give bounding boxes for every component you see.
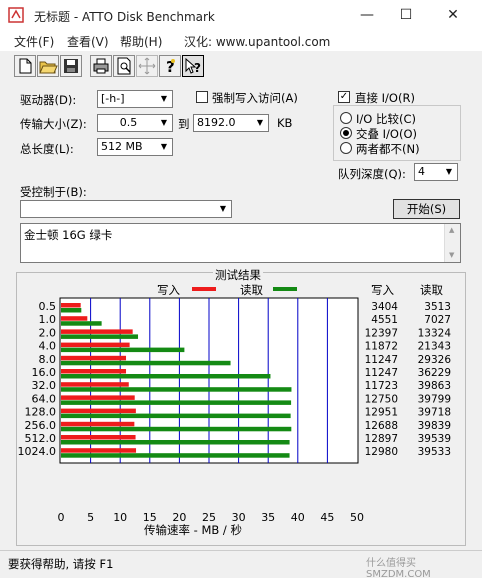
- write-value: 12397: [365, 327, 398, 339]
- x-axis-label: 传输速率 - MB / 秒: [144, 523, 242, 537]
- write-value: 4551: [371, 314, 398, 326]
- bar-read: [61, 400, 292, 405]
- x-tick-label: 0: [58, 511, 65, 524]
- bar-write: [61, 395, 135, 400]
- y-tick-label: 2.0: [39, 326, 57, 339]
- bar-write: [61, 316, 88, 321]
- write-value: 11247: [365, 354, 398, 366]
- bar-write: [61, 303, 81, 308]
- status-bar: 要获得帮助, 请按 F1 什么值得买 SMZDM.COM: [0, 550, 482, 580]
- write-value: 12688: [365, 420, 398, 432]
- write-value: 12897: [365, 433, 398, 445]
- watermark-text: 什么值得买 SMZDM.COM: [366, 558, 431, 580]
- y-tick-label: 1.0: [39, 313, 57, 326]
- bar-read: [61, 347, 185, 353]
- read-value: 36229: [418, 367, 451, 379]
- y-tick-label: 8.0: [39, 353, 57, 366]
- bar-write: [61, 329, 133, 334]
- x-tick-label: 50: [350, 511, 364, 524]
- write-value: 11872: [365, 341, 398, 353]
- y-tick-label: 512.0: [25, 432, 57, 445]
- bar-read: [61, 374, 271, 379]
- bar-write: [61, 421, 135, 427]
- bar-read: [61, 440, 290, 445]
- bar-write: [61, 342, 130, 348]
- y-tick-label: 256.0: [25, 419, 57, 432]
- read-value: 7027: [424, 314, 451, 326]
- y-tick-label: 1024.0: [18, 445, 57, 458]
- read-value: 13324: [418, 327, 452, 339]
- y-tick-label: 32.0: [32, 379, 57, 392]
- bar-read: [61, 426, 292, 432]
- bar-write: [61, 435, 136, 440]
- bar-write: [61, 369, 127, 374]
- x-tick-label: 35: [261, 511, 275, 524]
- bar-read: [61, 413, 291, 419]
- bar-write: [61, 408, 136, 414]
- bar-read: [61, 360, 231, 366]
- x-tick-label: 40: [291, 511, 305, 524]
- app-window: 无标题 - ATTO Disk Benchmark — ☐ ✕ 文件(F) 查看…: [0, 0, 482, 580]
- read-value: 3513: [424, 301, 451, 313]
- bar-write: [61, 382, 129, 387]
- y-tick-label: 0.5: [39, 300, 57, 313]
- bar-read: [61, 387, 292, 392]
- benchmark-chart: 0 5 10 15 20 25 30 35 40 45 500.5 3404 35131.0 4551 70…: [18, 297, 452, 524]
- read-value: 39539: [418, 433, 451, 445]
- y-tick-label: 64.0: [32, 392, 57, 405]
- write-value: 11723: [365, 380, 398, 392]
- x-tick-label: 10: [113, 511, 127, 524]
- read-value: 39533: [418, 446, 451, 458]
- write-value: 12980: [365, 446, 398, 458]
- read-value: 39718: [418, 407, 451, 419]
- bar-read: [61, 321, 102, 326]
- write-value: 11247: [365, 367, 398, 379]
- y-tick-label: 4.0: [39, 340, 57, 353]
- y-tick-label: 128.0: [25, 406, 57, 419]
- write-value: 12750: [365, 393, 398, 405]
- y-tick-label: 16.0: [32, 366, 57, 379]
- write-value: 12951: [365, 407, 398, 419]
- x-tick-label: 45: [320, 511, 334, 524]
- status-text: 要获得帮助, 请按 F1: [8, 557, 114, 571]
- bar-read: [61, 308, 82, 313]
- bar-read: [61, 453, 290, 458]
- read-value: 21343: [418, 341, 451, 353]
- x-tick-label: 5: [87, 511, 94, 524]
- read-value: 39863: [418, 380, 451, 392]
- bar-write: [61, 355, 127, 361]
- bar-read: [61, 334, 139, 339]
- read-value: 29326: [418, 354, 452, 366]
- read-value: 39799: [418, 393, 451, 405]
- bar-write: [61, 448, 137, 453]
- write-value: 3404: [371, 301, 398, 313]
- read-value: 39839: [418, 420, 451, 432]
